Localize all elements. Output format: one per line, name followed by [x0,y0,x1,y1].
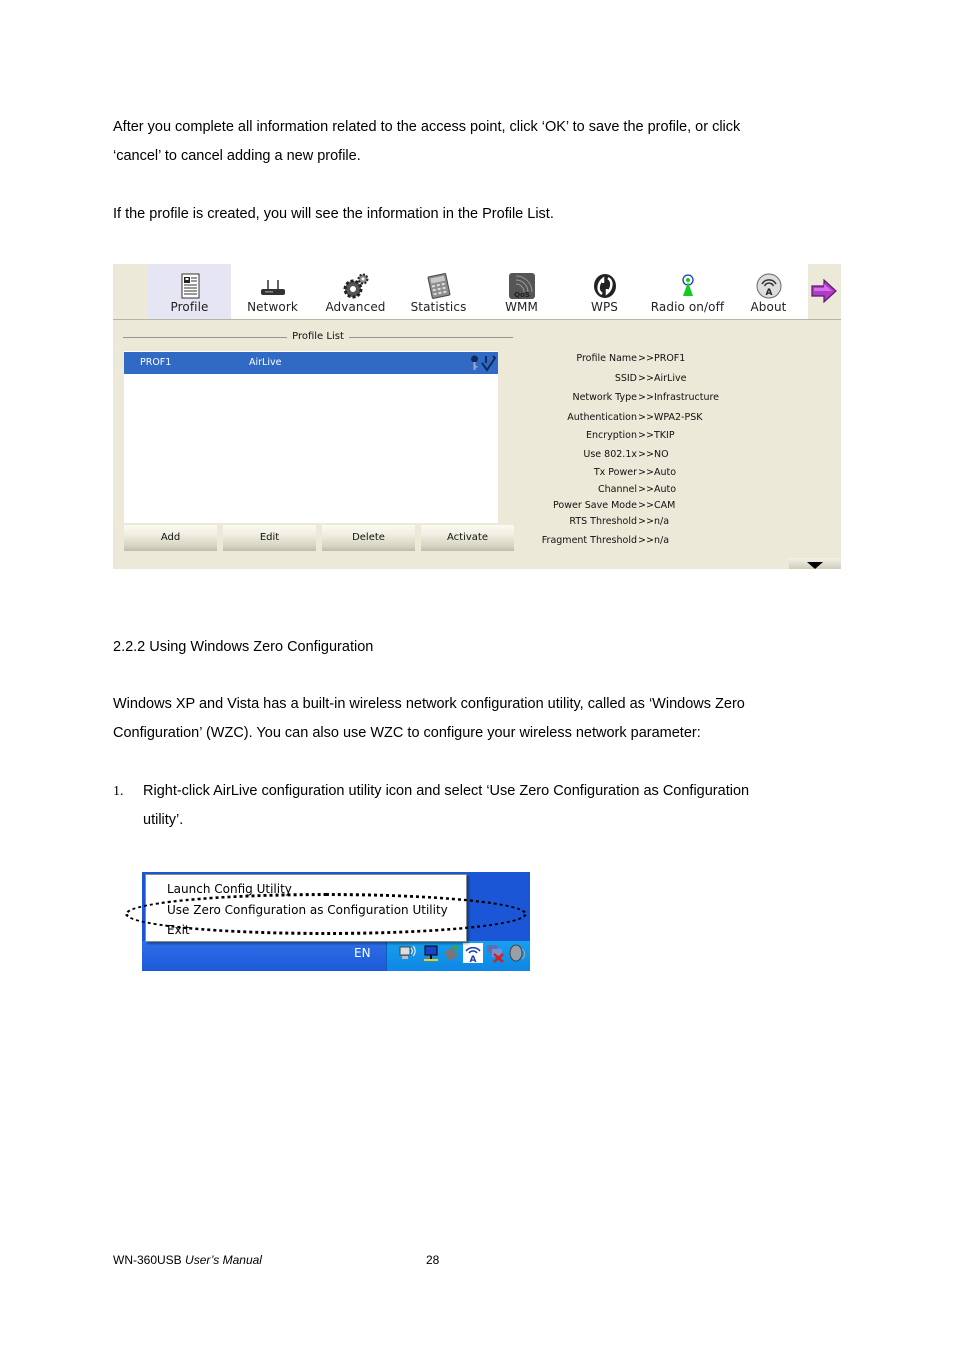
airlive-utility-icon[interactable]: A [463,943,483,963]
key-icon [471,355,478,370]
active-connection-icon [481,355,497,372]
context-menu: Launch Config Utility Use Zero Configura… [145,874,467,942]
language-indicator[interactable]: EN [354,946,371,960]
detail-row: SSID >> AirLive [614,373,687,384]
wps-icon [593,274,616,298]
footer-title: WN-360USB User’s Manual [113,1253,262,1267]
paragraph-line: Windows XP and Vista has a built-in wire… [113,696,745,712]
arrow-right-icon [811,279,837,303]
tab-radio-on-off[interactable]: Radio on/off [646,264,729,319]
network-icon [260,280,285,295]
taskbar-screenshot: EN A Launch Config Utility Use Zero Conf… [142,872,530,971]
step-text-line: Right-click AirLive configuration utilit… [143,783,750,799]
paragraph-line: ‘cancel’ to cancel adding a new profile. [113,148,361,164]
profile-row[interactable]: PROF1 AirLive [124,352,498,374]
about-icon: A [756,273,781,299]
tab-network[interactable]: Network [231,264,314,319]
step-text-line: utility’. [143,812,184,828]
tab-wmm[interactable]: QoS WMM [480,264,563,319]
footer-manual: User’s Manual [185,1253,262,1267]
detail-row: Authentication >> WPA2-PSK [567,412,703,423]
detail-row: Tx Power >> Auto [593,467,677,478]
tab-label: WMM [505,300,538,314]
profile-list[interactable]: PROF1 AirLive [124,351,498,523]
tab-about[interactable]: A About [729,264,808,319]
radio-antenna-icon [681,274,694,296]
safely-remove-icon[interactable] [442,943,462,963]
menu-item-exit[interactable]: Exit [167,923,190,937]
scroll-down-button[interactable] [789,558,841,569]
qos-icon: QoS [508,273,535,299]
next-page-button[interactable] [808,264,841,319]
detail-row: RTS Threshold >> n/a [569,516,670,527]
detail-row: Power Save Mode >> CAM [553,500,676,511]
tab-label: Advanced [325,300,386,314]
profile-ssid: AirLive [249,357,282,368]
tab-label: Statistics [410,300,467,314]
tab-label: WPS [590,300,619,314]
edit-button[interactable]: Edit [223,525,316,551]
paragraph-line: Configuration’ (WZC). You can also use W… [113,725,701,741]
profile-list-title: Profile List [123,331,513,343]
toolbar: Profile Network Advanced Statistics QoS … [113,264,841,320]
profile-name: PROF1 [140,357,172,368]
tab-label: Profile [170,300,209,314]
network-computer-icon[interactable] [421,943,441,963]
advanced-gears-icon [343,273,368,299]
detail-row: Use 802.1x >> NO [583,449,669,460]
step-number: 1. [113,784,124,799]
tab-label: Radio on/off [650,300,725,314]
svg-text:A: A [765,288,772,298]
tab-profile[interactable]: Profile [148,264,231,319]
detail-row: Fragment Threshold >> n/a [541,535,670,546]
svg-text:A: A [470,955,477,963]
profile-icon [181,273,199,299]
add-button[interactable]: Add [124,525,217,551]
detail-row: Channel >> Auto [597,484,677,495]
detail-row: Encryption >> TKIP [585,430,675,441]
tab-label: Network [247,300,298,314]
activate-button[interactable]: Activate [421,525,514,551]
volume-icon[interactable] [507,943,527,963]
tab-statistics[interactable]: Statistics [397,264,480,319]
paragraph: If the profile is created, you will see … [113,206,554,222]
svg-text:QoS: QoS [514,291,530,299]
wireless-connection-icon[interactable] [398,943,418,963]
config-utility-screenshot: Profile Network Advanced Statistics QoS … [113,264,841,569]
tab-label: About [750,300,787,314]
page-number: 28 [426,1253,440,1267]
network-disconnected-icon[interactable] [485,943,505,963]
menu-item-use-zero-configuration[interactable]: Use Zero Configuration as Configuration … [167,903,448,917]
triangle-down-icon [807,562,823,569]
tab-advanced[interactable]: Advanced [314,264,397,319]
delete-button[interactable]: Delete [322,525,415,551]
section-heading: 2.2.2 Using Windows Zero Configuration [113,639,374,655]
menu-item-launch-config-utility[interactable]: Launch Config Utility [167,882,292,896]
detail-row: Profile Name >> PROF1 [576,353,686,364]
statistics-calculator-icon [427,273,450,299]
paragraph-line: After you complete all information relat… [113,119,741,135]
tab-wps[interactable]: WPS [563,264,646,319]
detail-row: Network Type >> Infrastructure [572,392,720,403]
footer-product: WN-360USB [113,1253,182,1267]
